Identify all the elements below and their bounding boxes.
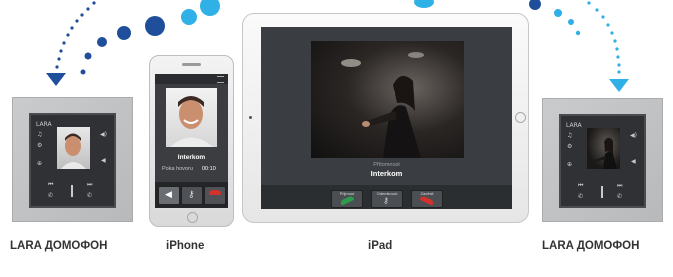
caption-lara-right: LARA ДОМОФОН [542, 240, 640, 252]
speaker-icon[interactable]: ◀ [101, 157, 106, 164]
key-icon: ⚷ [188, 189, 195, 199]
accept-label: Přijmout [339, 191, 355, 196]
next-icon[interactable]: ⏭ [617, 182, 622, 190]
accept-call-button[interactable]: Přijmout [331, 190, 363, 208]
ipad-home-button[interactable] [515, 112, 526, 123]
phone-accept-icon[interactable]: ✆ [48, 192, 53, 199]
lara-panel-left: LARA ♫ ⚙ ⊕ ◀) ◀ ⏮ ⏭ ✆ ✆ [12, 97, 133, 222]
iphone-device: Interkom Poka hovoru 00:10 ◀ ⚷ [149, 55, 234, 227]
volume-icon[interactable]: ◀) [630, 132, 637, 139]
arrow-down-icon [609, 79, 629, 92]
phone-hangup-icon [419, 195, 435, 206]
settings-icon[interactable]: ⚙ [567, 143, 572, 150]
phone-hangup-icon[interactable]: ✆ [87, 192, 92, 199]
phone-accept-icon[interactable]: ✆ [578, 193, 583, 200]
unlock-door-button[interactable]: Odemknout ⚷ [371, 190, 403, 208]
arrow-down-icon [46, 73, 66, 86]
lara-label: LARA [566, 122, 582, 129]
hangup-call-button[interactable]: Zavěsit [411, 190, 443, 208]
prev-icon[interactable]: ⏮ [48, 181, 53, 189]
divider [601, 186, 603, 198]
next-icon[interactable]: ⏭ [87, 181, 92, 189]
caption-iphone: iPhone [166, 240, 205, 252]
hangup-label: Zavěsit [420, 191, 434, 196]
caption-ipad: iPad [368, 240, 393, 252]
settings-icon[interactable]: ⚙ [37, 142, 42, 149]
visitor-face-image [170, 96, 213, 147]
iphone-status-label: Poka hovoru [162, 166, 193, 172]
ipad-screen: Přítomnost Interkom Přijmout Odemknout ⚷… [261, 27, 512, 209]
speaker-button[interactable]: ◀ [158, 186, 180, 205]
lara-video-screen [587, 128, 620, 169]
hangup-button[interactable] [204, 186, 226, 205]
divider [71, 185, 73, 197]
music-icon[interactable]: ♫ [37, 131, 42, 138]
ipad-call-title: Interkom [370, 169, 403, 178]
right-dotted-arc [587, 1, 621, 74]
phone-hangup-icon [209, 190, 221, 195]
contacts-icon[interactable]: ⊕ [37, 160, 42, 167]
iphone-video [166, 88, 217, 147]
speaker-icon[interactable]: ◀ [631, 158, 636, 165]
phone-accept-icon [339, 195, 355, 206]
unlock-button[interactable]: ⚷ [181, 186, 203, 205]
ipad-video [311, 41, 464, 158]
iphone-speaker-slot [182, 63, 201, 66]
lara-faceplate: LARA ♫ ⚙ ⊕ ◀) ◀ ⏮ ⏭ ✆ ✆ [559, 114, 646, 208]
caption-lara-left: LARA ДОМОФОН [10, 240, 108, 252]
ipad-device: Přítomnost Interkom Přijmout Odemknout ⚷… [242, 13, 529, 223]
visitor-face-image [61, 133, 86, 169]
lara-label: LARA [36, 121, 52, 128]
music-icon[interactable]: ♫ [567, 132, 572, 139]
iphone-call-timer: 00:10 [202, 166, 216, 172]
visitor-woman-image [341, 52, 424, 158]
iphone-home-button[interactable] [187, 212, 198, 223]
ipad-subcaption: Přítomnost [373, 162, 400, 168]
ipad-camera [249, 116, 252, 119]
key-icon: ⚷ [383, 196, 389, 205]
contacts-icon[interactable]: ⊕ [567, 161, 572, 168]
phone-hangup-icon[interactable]: ✆ [617, 193, 622, 200]
iphone-call-title: Interkom [177, 154, 206, 161]
iphone-screen: Interkom Poka hovoru 00:10 ◀ ⚷ [155, 74, 228, 208]
visitor-woman-image [595, 137, 617, 169]
menu-icon[interactable] [217, 76, 224, 83]
lara-panel-right: LARA ♫ ⚙ ⊕ ◀) ◀ ⏮ ⏭ ✆ ✆ [542, 98, 663, 222]
lara-video-screen [57, 127, 90, 169]
lara-faceplate: LARA ♫ ⚙ ⊕ ◀) ◀ ⏮ ⏭ ✆ ✆ [29, 113, 116, 208]
volume-icon[interactable]: ◀) [100, 131, 107, 138]
speaker-icon: ◀ [165, 189, 172, 199]
prev-icon[interactable]: ⏮ [578, 182, 583, 190]
